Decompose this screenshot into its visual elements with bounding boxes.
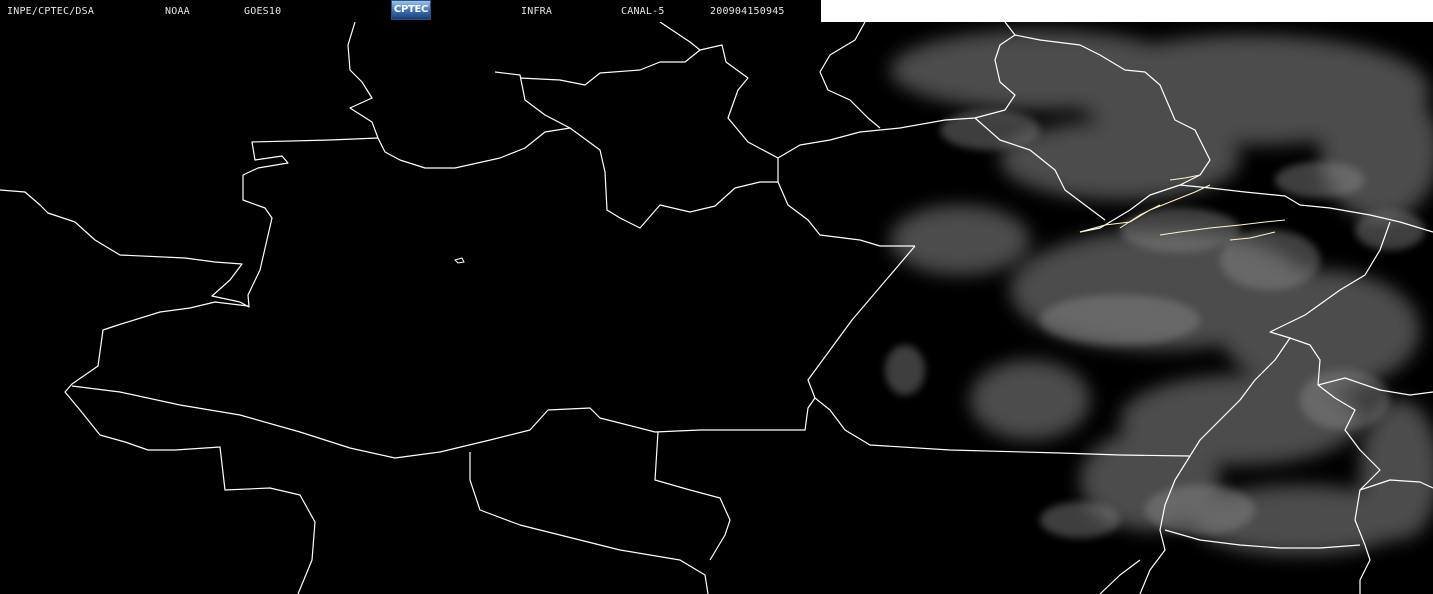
header-blank-area — [821, 0, 1433, 22]
satellite-map — [0, 22, 1433, 594]
map-canvas — [0, 22, 1433, 594]
satellite-label: GOES10 — [244, 6, 282, 17]
source-label: INPE/CPTEC/DSA — [7, 6, 95, 17]
header-bar: INPE/CPTEC/DSA NOAA GOES10 CPTEC INFRA C… — [0, 0, 821, 22]
agency-label: NOAA — [165, 6, 190, 17]
timestamp-label: 200904150945 — [710, 6, 785, 17]
cptec-logo: CPTEC — [391, 0, 431, 20]
cptec-logo-text: CPTEC — [393, 4, 429, 15]
product-label: INFRA — [521, 6, 553, 17]
channel-label: CANAL-5 — [621, 6, 665, 17]
